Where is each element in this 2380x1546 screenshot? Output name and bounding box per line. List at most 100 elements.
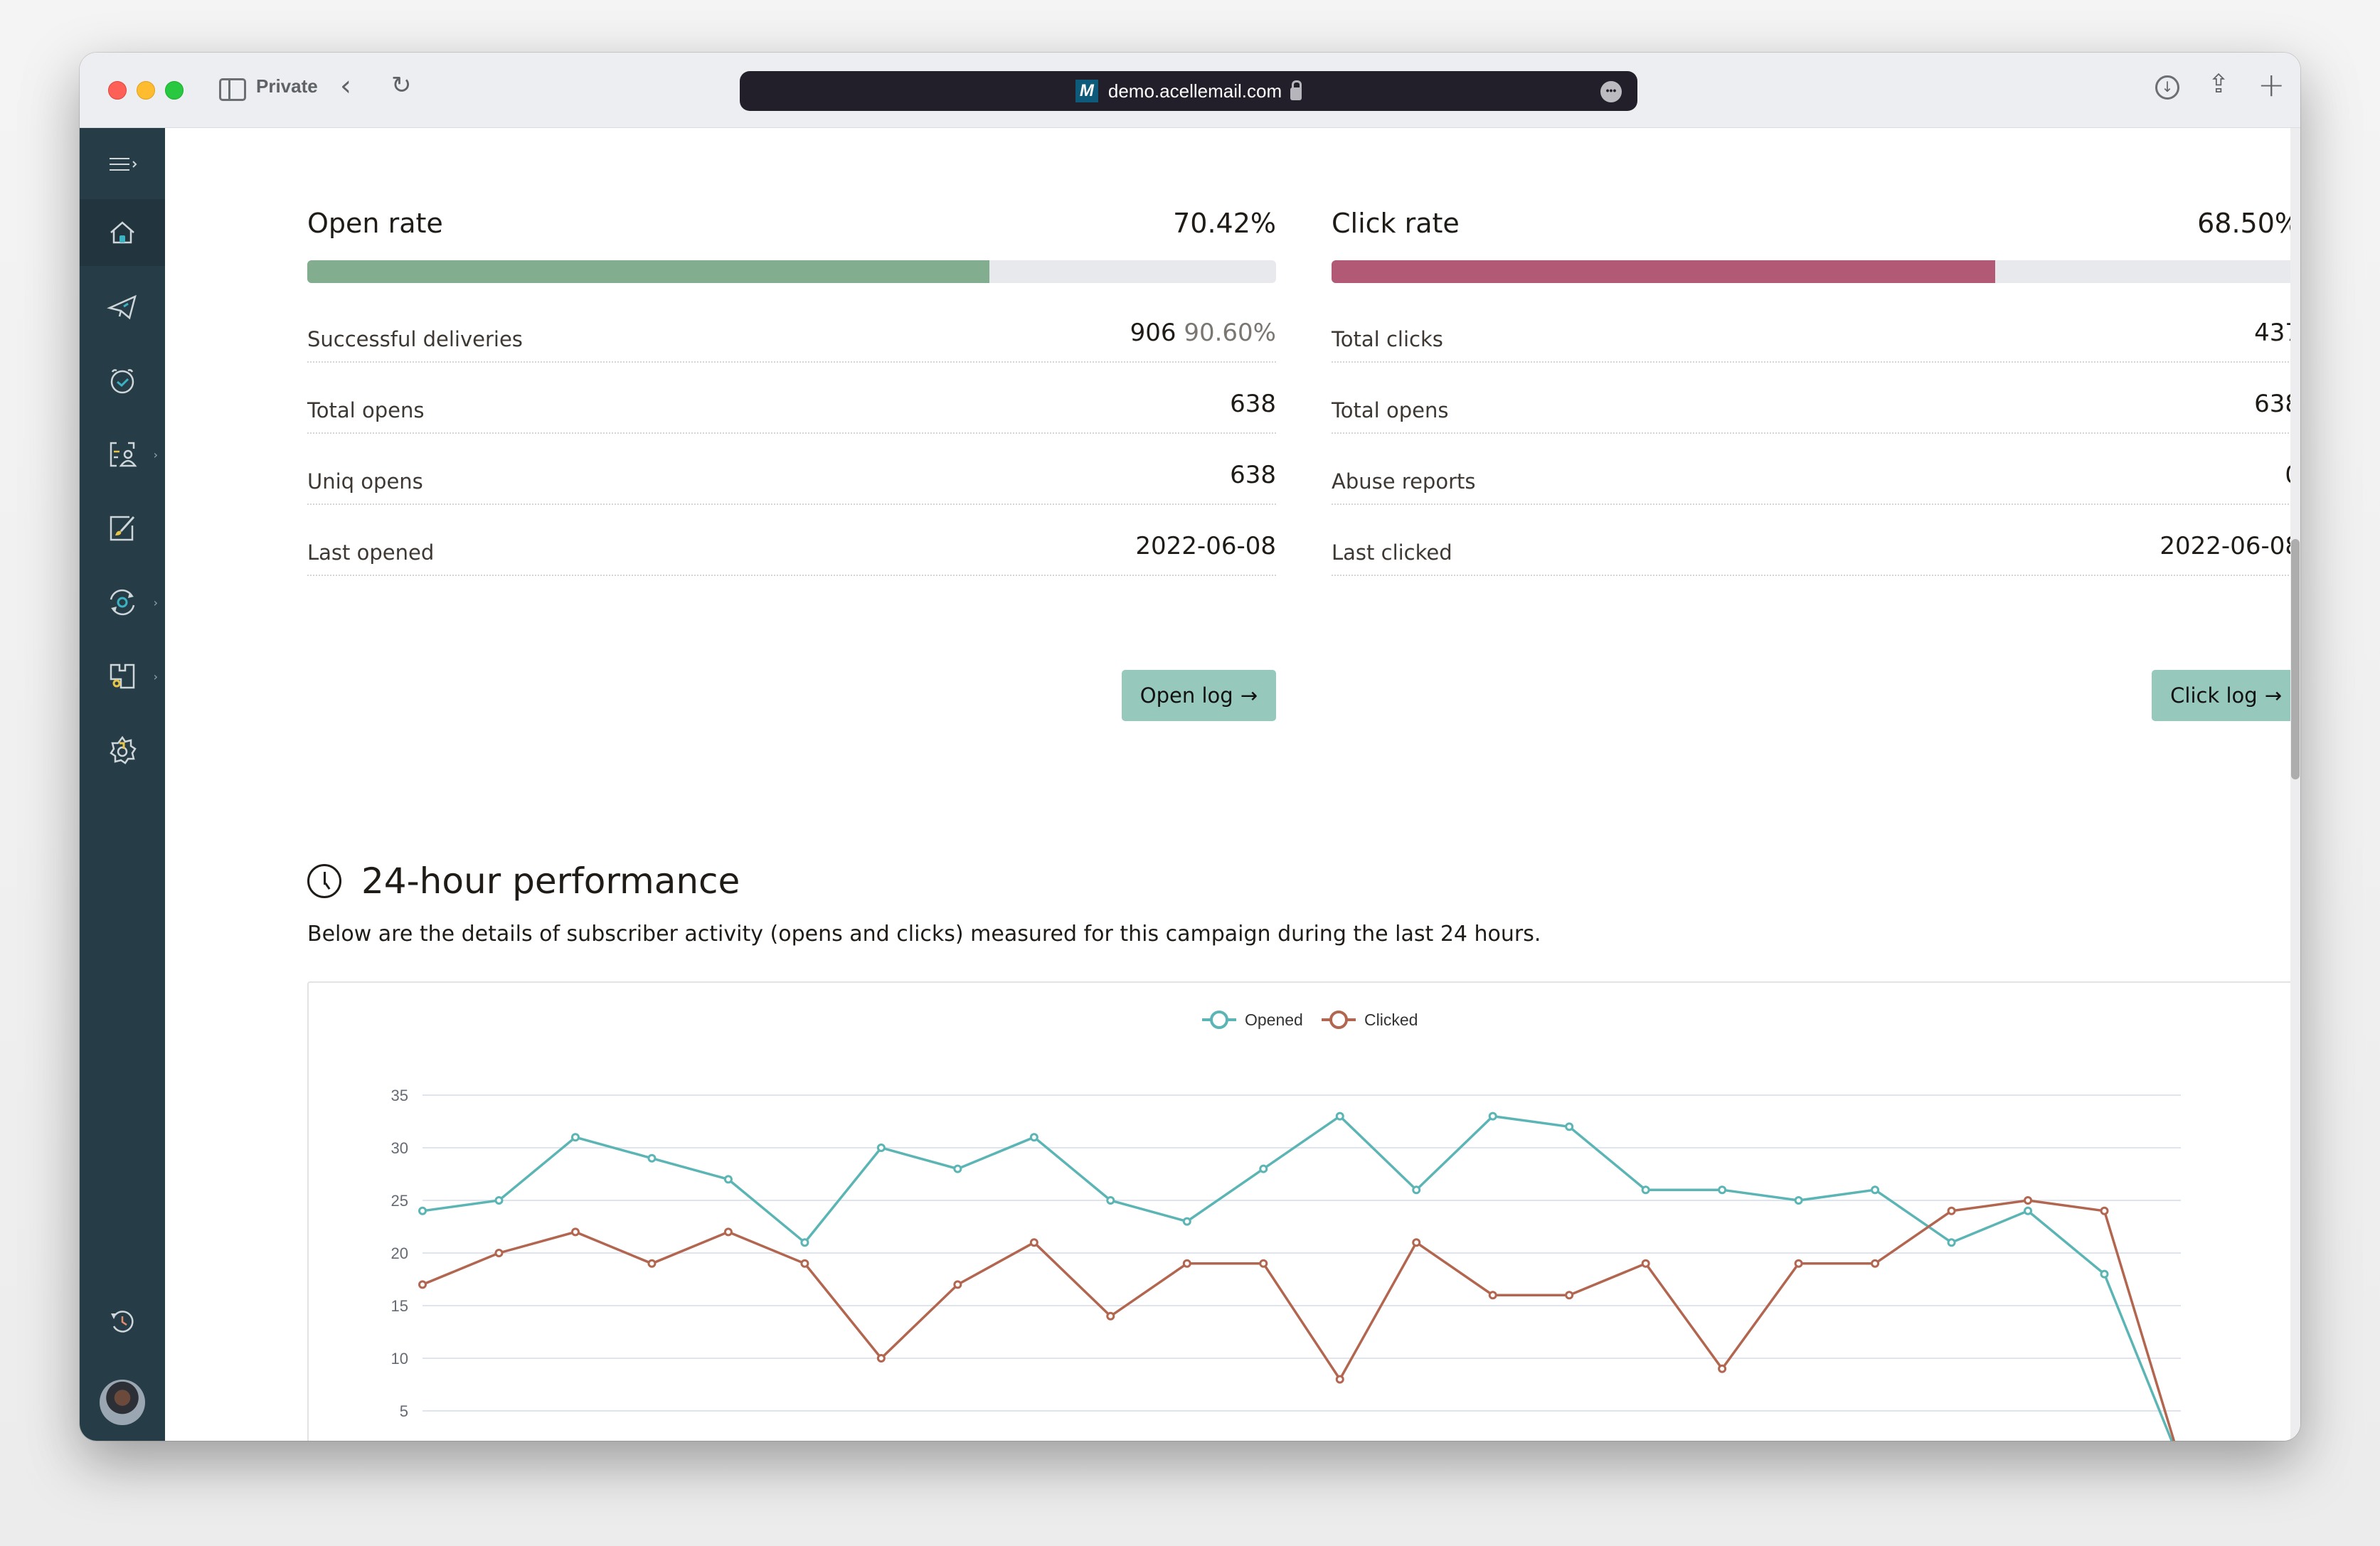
share-icon[interactable]: ⇪ <box>2208 70 2229 99</box>
stat-label: Total opens <box>307 398 425 422</box>
browser-titlebar: Private ‹ ↻ M demo.acellemail.com ••• ↓ … <box>80 53 2300 128</box>
data-point-clicked <box>1412 1238 1421 1247</box>
scrollbar-track[interactable] <box>2290 128 2300 1441</box>
y-tick-label: 30 <box>391 1139 408 1157</box>
data-point-opened <box>647 1153 657 1163</box>
click-log-button[interactable]: Click log → <box>2152 670 2300 721</box>
stat-label: Successful deliveries <box>307 327 523 351</box>
click-rate-value: 68.50% <box>2197 208 2300 239</box>
url-text: demo.acellemail.com <box>1107 80 1282 102</box>
data-point-clicked <box>1488 1291 1497 1300</box>
reload-icon[interactable]: ↻ <box>391 71 412 100</box>
app-sidebar: › › › <box>80 128 165 1441</box>
legend-marker <box>1210 1011 1228 1029</box>
stat-label: Last opened <box>307 540 435 565</box>
arrow-right-icon: → <box>2264 683 2282 708</box>
data-point-clicked <box>876 1354 886 1363</box>
stat-value: 638 <box>1230 461 1276 489</box>
performance-heading: 24-hour performance <box>307 860 740 902</box>
data-point-clicked <box>953 1280 962 1289</box>
data-point-clicked <box>418 1280 427 1289</box>
data-point-opened <box>800 1238 809 1247</box>
data-point-opened <box>2100 1269 2109 1279</box>
sidebar-item-history[interactable] <box>80 1289 165 1355</box>
back-icon[interactable]: ‹ <box>340 70 351 102</box>
data-point-clicked <box>1641 1259 1650 1268</box>
sidebar-toggle-icon[interactable] <box>219 78 246 101</box>
data-point-opened <box>1335 1111 1344 1121</box>
sidebar-menu-toggle[interactable] <box>80 132 165 199</box>
y-tick-label: 5 <box>400 1402 408 1420</box>
data-point-clicked <box>1565 1291 1574 1300</box>
data-point-clicked <box>1871 1259 1880 1268</box>
stat-row: Successful deliveries 906 90.60% <box>307 292 1276 363</box>
sidebar-item-dashboard[interactable] <box>80 199 165 266</box>
y-tick-label: 10 <box>391 1350 408 1368</box>
lock-icon <box>1290 80 1302 100</box>
data-point-clicked <box>1718 1364 1727 1373</box>
sidebar-item-lists[interactable]: › <box>80 421 165 488</box>
data-point-opened <box>1718 1185 1727 1195</box>
data-point-clicked <box>800 1259 809 1268</box>
data-point-opened <box>570 1133 580 1142</box>
subscriber-card-icon <box>110 442 137 467</box>
scrollbar-thumb[interactable] <box>2291 539 2300 779</box>
hamburger-icon <box>110 158 137 171</box>
sidebar-item-sending[interactable]: › <box>80 569 165 636</box>
sidebar-item-settings[interactable] <box>80 717 165 784</box>
data-point-clicked <box>1106 1311 1115 1321</box>
sidebar-item-templates[interactable] <box>80 495 165 562</box>
open-rate-progress-fill <box>307 260 990 283</box>
chevron-right-icon: › <box>153 447 158 462</box>
data-point-opened <box>1794 1196 1803 1205</box>
click-log-label: Click log <box>2170 683 2258 708</box>
download-icon[interactable]: ↓ <box>2155 75 2179 100</box>
stat-label: Abuse reports <box>1332 469 1476 494</box>
performance-title: 24-hour performance <box>361 860 740 902</box>
legend-label: Opened <box>1245 1011 1303 1029</box>
data-point-opened <box>418 1206 427 1215</box>
data-point-clicked <box>494 1249 504 1257</box>
maximize-window-button[interactable] <box>165 81 184 100</box>
data-point-opened <box>953 1164 962 1173</box>
clock-icon <box>307 864 341 898</box>
stat-value: 906 90.60% <box>1130 319 1276 347</box>
gear-key-icon <box>110 735 137 764</box>
data-point-clicked <box>1259 1259 1268 1268</box>
chevron-right-icon: › <box>153 669 158 683</box>
stat-row: Abuse reports 0 <box>1332 434 2300 505</box>
minimize-window-button[interactable] <box>137 81 155 100</box>
site-favicon-icon: M <box>1075 80 1098 102</box>
sidebar-item-blacklist[interactable]: › <box>80 643 165 710</box>
data-point-clicked <box>1335 1375 1344 1384</box>
browser-window: Private ‹ ↻ M demo.acellemail.com ••• ↓ … <box>80 53 2300 1441</box>
sidebar-item-automation[interactable] <box>80 347 165 414</box>
data-point-opened <box>1182 1217 1191 1226</box>
y-tick-label: 20 <box>391 1244 408 1262</box>
main-content: Open rate 70.42% Successful deliveries 9… <box>165 128 2300 1441</box>
close-window-button[interactable] <box>108 81 127 100</box>
data-point-opened <box>1565 1122 1574 1131</box>
y-tick-label: 35 <box>391 1087 408 1104</box>
data-point-clicked <box>1947 1206 1956 1215</box>
stat-row: Last clicked 2022-06-08 <box>1332 505 2300 576</box>
address-bar[interactable]: M demo.acellemail.com ••• <box>740 71 1637 111</box>
sidebar-item-campaigns[interactable] <box>80 273 165 340</box>
stat-row: Total opens 638 <box>1332 363 2300 434</box>
stat-label: Total opens <box>1332 398 1449 422</box>
open-log-button[interactable]: Open log → <box>1121 670 1276 721</box>
data-point-clicked <box>570 1227 580 1237</box>
stat-label: Total clicks <box>1332 327 1443 351</box>
data-point-opened <box>494 1196 504 1205</box>
data-point-clicked <box>647 1259 657 1268</box>
open-rate-title: Open rate <box>307 208 443 239</box>
user-avatar[interactable] <box>100 1380 145 1425</box>
performance-chart-card: 0 5 10 15 20 25 30 35 02:00 PM 04:00 PM 06:00 PM 08… <box>307 981 2300 1441</box>
series-line-clicked <box>422 1199 2176 1441</box>
page-menu-button[interactable]: ••• <box>1600 81 1622 102</box>
legend-marker <box>1329 1011 1348 1029</box>
history-icon <box>111 1311 134 1333</box>
click-rate-title: Click rate <box>1332 208 1460 239</box>
new-tab-icon[interactable]: + <box>2258 65 2285 104</box>
sync-gear-icon <box>110 589 135 616</box>
